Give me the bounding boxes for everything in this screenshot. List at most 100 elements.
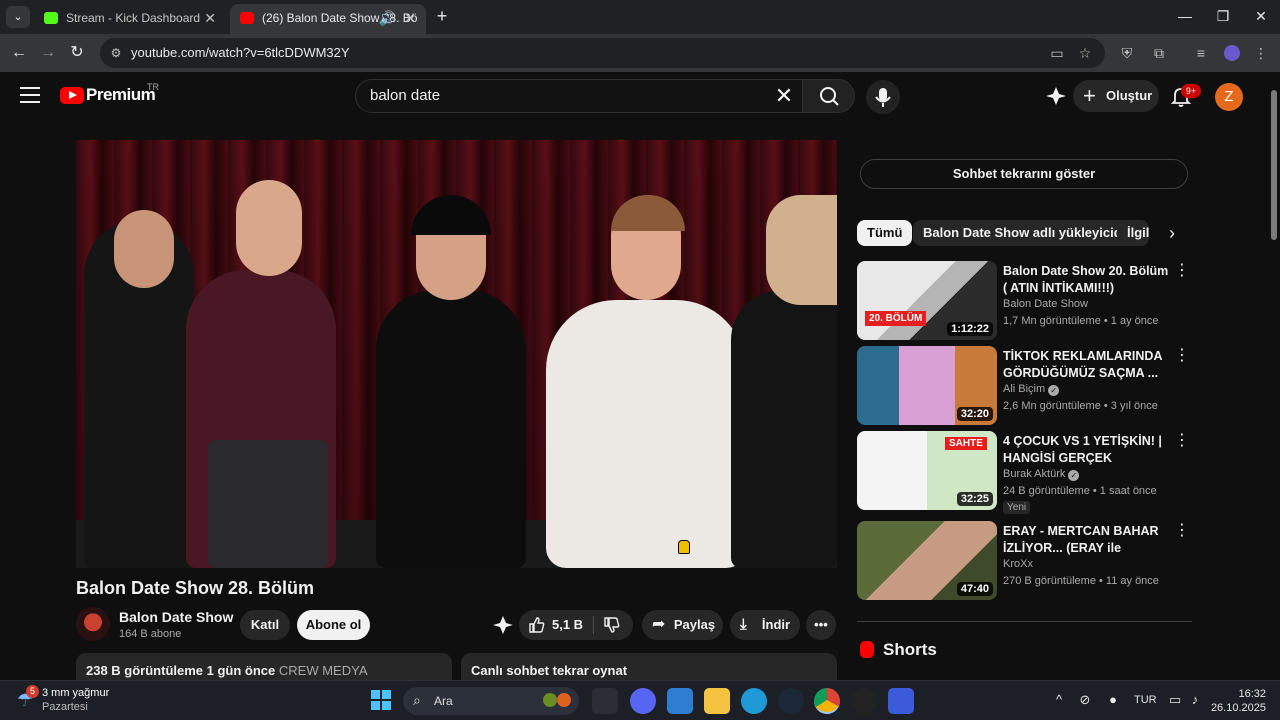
recommendation-item[interactable]: SAHTE 32:25 4 ÇOCUK VS 1 YETİŞKİN! | HAN…	[857, 431, 1192, 514]
video-player[interactable]	[76, 140, 837, 568]
clear-search-icon[interactable]: ✕	[772, 84, 796, 108]
more-vert-icon[interactable]: ⋮	[1174, 523, 1190, 539]
subscribe-button[interactable]: Abone ol	[297, 610, 370, 640]
clock-date[interactable]: 26.10.2025	[1202, 702, 1266, 714]
page-scrollbar[interactable]	[1268, 72, 1280, 680]
chat-replay-panel[interactable]: Canlı sohbet tekrar oynat	[461, 653, 837, 683]
tab-kick-dashboard[interactable]: Stream - Kick Dashboard ✕	[34, 4, 226, 34]
tab-search-button[interactable]: ⌄	[6, 6, 30, 28]
forward-icon[interactable]: →	[37, 42, 59, 64]
guide-menu-icon[interactable]	[20, 87, 40, 103]
sparkle-icon[interactable]	[1045, 86, 1067, 106]
tray-microphone-icon[interactable]: ●	[1104, 691, 1122, 709]
weather-summary[interactable]: 3 mm yağmur	[42, 687, 109, 699]
close-icon[interactable]: ✕	[204, 4, 216, 32]
recommendation-item[interactable]: 47:40 ERAY - MERTCAN BAHAR İZLİYOR... (E…	[857, 521, 1192, 601]
download-label: İndir	[761, 617, 791, 632]
browser-menu-icon[interactable]: ⋮	[1252, 44, 1270, 62]
edge-icon[interactable]	[741, 688, 767, 714]
chrome-icon[interactable]	[814, 688, 840, 714]
recommendation-title[interactable]: TİKTOK REKLAMLARINDA GÖRDÜĞÜMÜZ SAÇMA ..…	[1003, 348, 1169, 382]
download-button[interactable]: ⤓ İndir	[730, 610, 800, 640]
join-button[interactable]: Katıl	[240, 610, 290, 640]
chip-from-uploader[interactable]: Balon Date Show adlı yükleyiciden	[913, 220, 1147, 246]
like-count[interactable]: 5,1 B	[552, 610, 583, 640]
url-text[interactable]: youtube.com/watch?v=6tlcDDWM32Y	[131, 38, 350, 68]
share-button[interactable]: ➦ Paylaş	[642, 610, 723, 640]
input-language[interactable]: TUR	[1134, 694, 1157, 706]
recommendation-title[interactable]: Balon Date Show 20. Bölüm ( ATIN İNTİKAM…	[1003, 263, 1169, 297]
cast-icon[interactable]: ▭	[1048, 44, 1066, 62]
description-box[interactable]: 238 B görüntüleme 1 gün önce CREW MEDYA	[76, 653, 452, 683]
bookmark-star-icon[interactable]: ☆	[1076, 44, 1094, 62]
recommendation-channel[interactable]: Burak Aktürk ✓	[1003, 468, 1080, 481]
channel-name[interactable]: Balon Date Show	[119, 609, 233, 625]
chip-related[interactable]: İlgili	[1117, 220, 1149, 246]
description-tag[interactable]: CREW MEDYA	[279, 663, 368, 678]
task-view-icon[interactable]	[592, 688, 618, 714]
recommendation-title[interactable]: 4 ÇOCUK VS 1 YETİŞKİN! | HANGİSİ GERÇEK …	[1003, 433, 1169, 467]
steam-icon[interactable]	[778, 688, 804, 714]
voice-search-button[interactable]	[866, 80, 900, 114]
shorts-icon	[860, 641, 874, 658]
chip-all[interactable]: Tümü	[857, 220, 913, 246]
video-thumbnail[interactable]: SAHTE 32:25	[857, 431, 997, 510]
extensions-icon[interactable]: ⧉	[1150, 44, 1168, 62]
create-button[interactable]: + Oluştur	[1073, 80, 1159, 112]
speaker-icon[interactable]: 🔊	[379, 4, 396, 32]
window-close-button[interactable]: ✕	[1242, 0, 1280, 34]
file-explorer-icon[interactable]	[704, 688, 730, 714]
recommendation-title[interactable]: ERAY - MERTCAN BAHAR İZLİYOR... (ERAY il…	[1003, 523, 1169, 557]
video-thumbnail[interactable]: 32:20	[857, 346, 997, 425]
video-thumbnail[interactable]: 47:40	[857, 521, 997, 600]
site-info-icon[interactable]: ⚙	[106, 43, 126, 63]
recommendation-channel[interactable]: Ali Biçim ✓	[1003, 383, 1060, 396]
like-icon[interactable]	[528, 616, 546, 634]
channel-avatar[interactable]	[76, 607, 110, 641]
search-input[interactable]: balon date ✕	[355, 79, 803, 113]
brand-label[interactable]: Premium	[86, 85, 156, 105]
recommendation-item[interactable]: 32:20 TİKTOK REKLAMLARINDA GÖRDÜĞÜMÜZ SA…	[857, 346, 1192, 426]
tab-youtube[interactable]: (26) Balon Date Show 28. Bö 🔊 ✕	[230, 4, 426, 34]
video-thumbnail[interactable]: 20. BÖLÜM 1:12:22	[857, 261, 997, 340]
tray-overflow-icon[interactable]: ^	[1050, 691, 1068, 709]
more-actions-button[interactable]: •••	[806, 610, 836, 640]
dislike-icon[interactable]	[603, 616, 621, 634]
more-vert-icon[interactable]: ⋮	[1174, 263, 1190, 279]
search-button[interactable]	[802, 79, 855, 113]
obs-icon[interactable]	[851, 688, 877, 714]
clock-time[interactable]: 16:32	[1212, 688, 1266, 700]
recommendation-channel[interactable]: Balon Date Show	[1003, 298, 1088, 310]
media-control-icon[interactable]: ≡	[1192, 44, 1210, 62]
app-icon[interactable]	[888, 688, 914, 714]
profile-icon[interactable]	[1224, 45, 1240, 61]
region-code: TR	[147, 82, 159, 92]
discord-icon[interactable]	[630, 688, 656, 714]
show-chat-replay-button[interactable]: Sohbet tekrarını göster	[860, 159, 1188, 189]
recommendation-channel[interactable]: KroXx	[1003, 558, 1033, 570]
address-bar[interactable]: ⚙ youtube.com/watch?v=6tlcDDWM32Y ▭ ☆	[100, 38, 1105, 68]
weather-day[interactable]: Pazartesi	[42, 701, 88, 713]
store-icon[interactable]	[667, 688, 693, 714]
taskbar-search-placeholder: Ara	[434, 694, 453, 708]
maximize-button[interactable]: ❐	[1204, 0, 1242, 34]
more-vert-icon[interactable]: ⋮	[1174, 433, 1190, 449]
share-icon: ➦	[652, 616, 666, 633]
more-vert-icon[interactable]: ⋮	[1174, 348, 1190, 364]
search-query[interactable]: balon date	[370, 80, 440, 112]
minimize-button[interactable]: —	[1166, 0, 1204, 34]
reload-icon[interactable]: ↻	[66, 42, 88, 64]
youtube-logo-icon[interactable]	[60, 87, 84, 104]
back-icon[interactable]: ←	[8, 42, 30, 64]
no-sync-icon[interactable]: ⊘	[1076, 691, 1094, 709]
ask-sparkle-icon[interactable]	[492, 615, 514, 635]
chevron-right-icon[interactable]: ›	[1161, 222, 1183, 244]
start-menu-icon[interactable]	[371, 690, 391, 710]
taskbar-search-input[interactable]: ⌕ Ara	[403, 687, 579, 715]
shield-extension-icon[interactable]: ⛨	[1118, 44, 1136, 62]
new-tab-button[interactable]: +	[432, 6, 452, 26]
account-avatar[interactable]: Z	[1215, 83, 1243, 111]
recommendation-item[interactable]: 20. BÖLÜM 1:12:22 Balon Date Show 20. Bö…	[857, 261, 1192, 341]
network-icon[interactable]: ▭	[1166, 691, 1184, 709]
close-icon[interactable]: ✕	[404, 4, 416, 32]
